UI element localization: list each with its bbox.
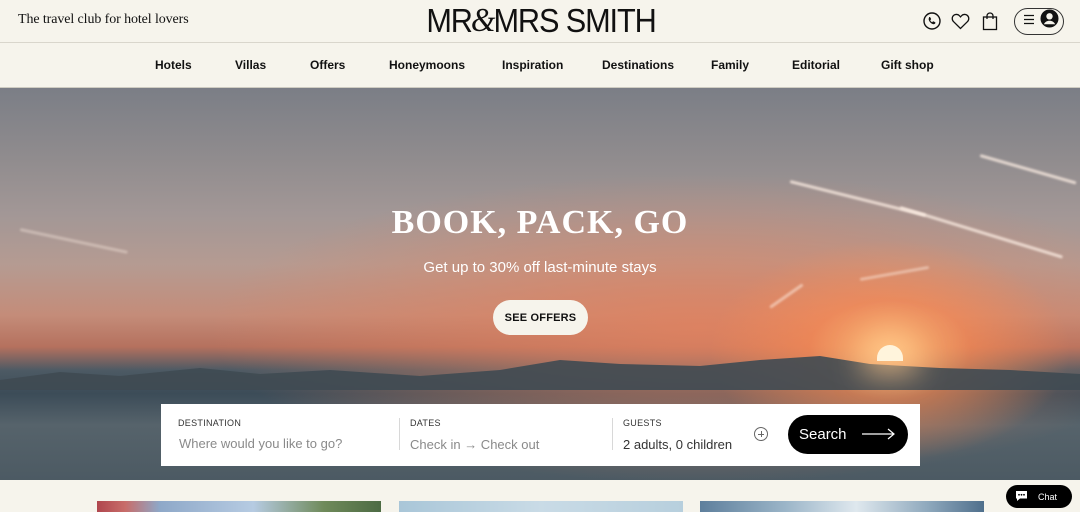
account-menu-button[interactable]: [1014, 7, 1064, 35]
destination-label: DESTINATION: [178, 418, 242, 428]
hero-title: BOOK, PACK, GO: [391, 204, 689, 241]
chat-label: Chat: [1038, 491, 1058, 502]
chat-button[interactable]: Chat: [1006, 485, 1072, 508]
dates-input[interactable]: Check in → Check out: [410, 437, 539, 452]
logo-text-right: MRS SMITH: [493, 2, 656, 39]
logo-text-left: MR: [426, 2, 473, 39]
nav-item-editorial[interactable]: Editorial: [792, 58, 840, 72]
hotel-card-image[interactable]: [399, 501, 683, 512]
search-button[interactable]: Search: [788, 415, 908, 454]
heart-icon[interactable]: [950, 11, 971, 32]
hero-subtitle: Get up to 30% off last-minute stays: [423, 259, 657, 276]
phone-icon[interactable]: [921, 11, 942, 32]
nav-item-offers[interactable]: Offers: [310, 58, 345, 72]
guests-value: 2 adults, 0 children: [623, 437, 733, 452]
see-offers-button[interactable]: SEE OFFERS: [493, 300, 588, 335]
search-button-label: Search: [799, 426, 847, 443]
guests-label: GUESTS: [623, 418, 662, 428]
tagline: The travel club for hotel lovers: [18, 12, 189, 27]
top-header: The travel club for hotel lovers MR & MR…: [0, 0, 1080, 43]
nav-item-gift-shop[interactable]: Gift shop: [881, 58, 934, 72]
hero-mountains: [0, 356, 1080, 390]
nav-item-family[interactable]: Family: [711, 58, 749, 72]
dates-field[interactable]: DATES Check in → Check out: [400, 404, 612, 466]
featured-hotels-strip: [0, 480, 1080, 512]
hotel-card-image[interactable]: [700, 501, 984, 512]
bag-icon[interactable]: [979, 11, 1000, 32]
header-actions: [921, 7, 1064, 35]
search-panel: DESTINATION Where would you like to go? …: [161, 404, 920, 466]
arrow-right-icon: [862, 428, 895, 440]
nav-item-hotels[interactable]: Hotels: [155, 58, 192, 72]
nav-item-villas[interactable]: Villas: [235, 58, 266, 72]
destination-field[interactable]: DESTINATION Where would you like to go?: [161, 404, 399, 466]
logo-ampersand: &: [470, 2, 496, 39]
destination-input[interactable]: Where would you like to go?: [179, 436, 342, 451]
hotel-card-image[interactable]: [97, 501, 381, 512]
main-nav: Hotels Villas Offers Honeymoons Inspirat…: [0, 43, 1080, 88]
dates-label: DATES: [410, 418, 441, 428]
account-icon: [1040, 9, 1059, 33]
hero-sun: [877, 345, 903, 361]
add-guests-icon[interactable]: [754, 427, 768, 441]
menu-icon: [1023, 12, 1035, 30]
nav-item-honeymoons[interactable]: Honeymoons: [389, 58, 465, 72]
hero-cloud: [979, 154, 1077, 185]
nav-item-inspiration[interactable]: Inspiration: [502, 58, 563, 72]
chat-icon: [1015, 490, 1028, 504]
site-logo[interactable]: MR & MRS SMITH: [405, 2, 677, 40]
hero-cloud: [769, 283, 804, 309]
nav-item-destinations[interactable]: Destinations: [602, 58, 674, 72]
